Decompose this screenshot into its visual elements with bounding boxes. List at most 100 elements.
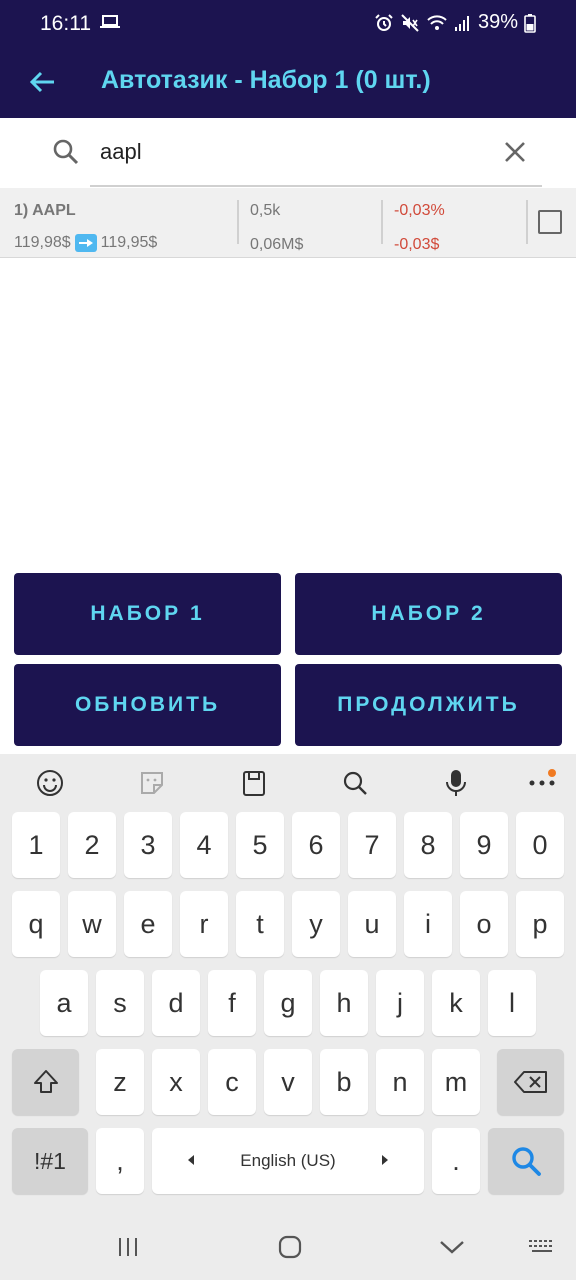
backspace-icon (513, 1071, 547, 1093)
key-n[interactable]: n (376, 1049, 424, 1115)
status-icons: 39% (374, 11, 536, 34)
key-8[interactable]: 8 (404, 812, 452, 878)
signal-icon (454, 13, 472, 33)
wifi-icon (426, 13, 448, 33)
chevron-down-icon (440, 1241, 464, 1254)
shift-icon (33, 1070, 58, 1093)
battery-text: 39% (477, 11, 518, 33)
home-button[interactable] (270, 1232, 310, 1262)
status-time: 16:11 (40, 12, 91, 35)
emoji-icon[interactable] (35, 768, 65, 798)
keyboard-icon (529, 1240, 552, 1252)
key-1[interactable]: 1 (12, 812, 60, 878)
set1-button[interactable]: НАБОР 1 (14, 573, 281, 655)
search-bar (0, 118, 576, 188)
key-2[interactable]: 2 (68, 812, 116, 878)
key-f[interactable]: f (208, 970, 256, 1036)
symbols-key[interactable]: !#1 (12, 1128, 88, 1194)
space-label: English (US) (240, 1151, 336, 1170)
column-divider (381, 200, 383, 244)
column-divider (526, 200, 528, 244)
keyboard-hide-button[interactable] (522, 1232, 562, 1262)
space-key[interactable]: English (US) (152, 1128, 424, 1194)
recent-apps-button[interactable] (108, 1232, 148, 1262)
key-e[interactable]: e (124, 891, 172, 957)
price-to: 119,95$ (100, 234, 158, 251)
column-divider (237, 200, 239, 244)
keyboard-toolbar (0, 754, 576, 812)
price-change-line: 119,98$ 119,95$ (14, 234, 157, 252)
table-row[interactable]: 1) AAPL 119,98$ 119,95$ 0,5k 0,06M$ -0,0… (0, 188, 576, 258)
key-y[interactable]: y (292, 891, 340, 957)
arrow-right-icon (74, 234, 97, 252)
key-i[interactable]: i (404, 891, 452, 957)
key-z[interactable]: z (96, 1049, 144, 1115)
cursor-left-icon (188, 1155, 194, 1165)
turnover-value: 0,06M$ (250, 236, 304, 253)
alarm-icon (374, 13, 394, 33)
shift-key[interactable] (12, 1049, 79, 1115)
key-a[interactable]: a (40, 970, 88, 1036)
clear-search-button[interactable] (498, 135, 532, 169)
sticker-icon[interactable] (137, 768, 167, 798)
change-absolute: -0,03$ (394, 236, 440, 253)
period-key[interactable]: . (432, 1128, 480, 1194)
search-key[interactable] (488, 1128, 564, 1194)
key-r[interactable]: r (180, 891, 228, 957)
close-icon (505, 142, 525, 162)
key-s[interactable]: s (96, 970, 144, 1036)
back-nav-button[interactable] (432, 1232, 472, 1262)
key-x[interactable]: x (152, 1049, 200, 1115)
back-button[interactable] (22, 62, 62, 102)
key-k[interactable]: k (432, 970, 480, 1036)
refresh-button[interactable]: ОБНОВИТЬ (14, 664, 281, 746)
key-c[interactable]: c (208, 1049, 256, 1115)
continue-button[interactable]: ПРОДОЛЖИТЬ (295, 664, 562, 746)
key-q[interactable]: q (12, 891, 60, 957)
key-m[interactable]: m (432, 1049, 480, 1115)
key-j[interactable]: j (376, 970, 424, 1036)
home-icon (278, 1235, 302, 1259)
key-o[interactable]: o (460, 891, 508, 957)
app-bar: Автотазик - Набор 1 (0 шт.) (0, 48, 576, 118)
key-9[interactable]: 9 (460, 812, 508, 878)
clipboard-icon[interactable] (239, 768, 269, 798)
laptop-icon (100, 14, 120, 35)
mute-icon (400, 13, 420, 33)
price-from: 119,98$ (14, 234, 71, 251)
microphone-icon[interactable] (441, 768, 471, 798)
navigation-bar (0, 1214, 576, 1280)
search-icon[interactable] (340, 768, 370, 798)
recent-apps-icon (119, 1238, 137, 1256)
notification-dot (548, 769, 556, 777)
backspace-key[interactable] (497, 1049, 564, 1115)
arrow-left-icon (29, 71, 54, 93)
key-l[interactable]: l (488, 970, 536, 1036)
key-7[interactable]: 7 (348, 812, 396, 878)
key-d[interactable]: d (152, 970, 200, 1036)
set2-button[interactable]: НАБОР 2 (295, 573, 562, 655)
battery-icon (524, 13, 536, 33)
search-icon (512, 1147, 541, 1176)
key-h[interactable]: h (320, 970, 368, 1036)
keyboard: 1 2 3 4 5 6 7 8 9 0 q w e r t y u i o p … (0, 754, 576, 1280)
key-5[interactable]: 5 (236, 812, 284, 878)
key-0[interactable]: 0 (516, 812, 564, 878)
key-4[interactable]: 4 (180, 812, 228, 878)
key-b[interactable]: b (320, 1049, 368, 1115)
change-percent: -0,03% (394, 202, 445, 219)
key-t[interactable]: t (236, 891, 284, 957)
page-title: Автотазик - Набор 1 (0 шт.) (101, 66, 431, 94)
key-w[interactable]: w (68, 891, 116, 957)
key-u[interactable]: u (348, 891, 396, 957)
key-3[interactable]: 3 (124, 812, 172, 878)
select-checkbox[interactable] (538, 210, 562, 234)
search-icon (52, 138, 80, 171)
comma-key[interactable]: , (96, 1128, 144, 1194)
key-p[interactable]: p (516, 891, 564, 957)
ticker-label: 1) AAPL (14, 202, 76, 219)
key-v[interactable]: v (264, 1049, 312, 1115)
search-input[interactable] (100, 134, 480, 170)
key-g[interactable]: g (264, 970, 312, 1036)
key-6[interactable]: 6 (292, 812, 340, 878)
